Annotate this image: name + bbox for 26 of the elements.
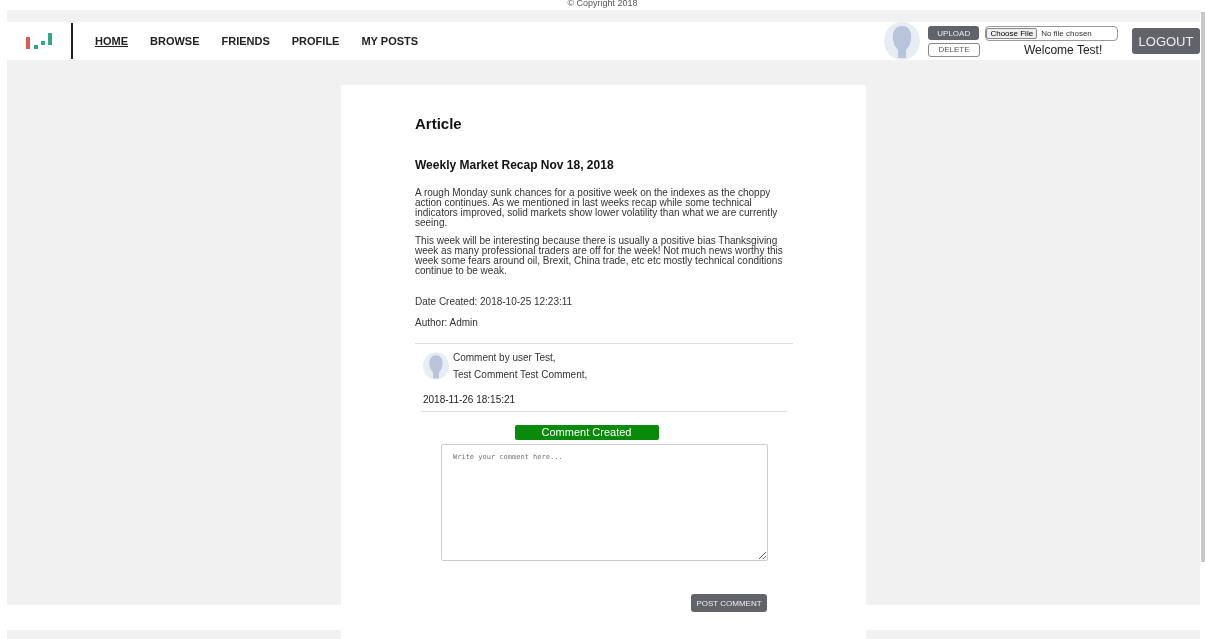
file-input[interactable]: Choose File No file chosen [985, 25, 1118, 41]
author-text: Author: Admin [415, 317, 479, 328]
scrollbar[interactable] [1201, 12, 1205, 562]
avatar-icon [884, 22, 920, 60]
comment-date: 2018-11-26 18:15:21 [423, 394, 517, 405]
nav-link[interactable]: MY POSTS [361, 35, 419, 47]
post-comment-button[interactable]: POST COMMENT [691, 594, 767, 612]
comment-author: Comment by user Test, [453, 352, 557, 363]
logo-icon [24, 31, 54, 51]
nav-link[interactable]: FRIENDS [221, 35, 270, 47]
article-paragraph: A rough Monday sunk chances for a positive week on the indexes as the choppy action continues. As we mentioned in last weeks recap while some technical indicators improved, solid markets show lower volatility than what we are currently seeing. [415, 188, 779, 228]
copyright-text: © Copyright 2018 [567, 0, 638, 10]
nav-link[interactable]: PROFILE [291, 35, 340, 47]
nav-link[interactable]: BROWSE [150, 35, 200, 47]
logout-button[interactable]: LOGOUT [1132, 28, 1200, 54]
upload-button[interactable]: UPLOAD [928, 26, 980, 40]
article-paragraph: This week will be interesting because there is usually a positive bias Thanksgiving week as many professional traders are off for the week! Not much news worthy this week some fears around oil, Brexit, China trade, etc etc mostly technical conditions continue to be weak. [415, 236, 784, 276]
article-title: Weekly Market Recap Nov 18, 2018 [415, 158, 615, 172]
welcome-text: Welcome Test! [1024, 42, 1103, 57]
section-heading: Article [415, 115, 463, 132]
delete-button[interactable]: DELETE [928, 42, 980, 57]
status-message: Comment Created [514, 425, 659, 440]
avatar-icon [423, 352, 449, 380]
nav-link[interactable]: HOME [95, 35, 128, 47]
date-created: Date Created: 2018-10-25 12:23:11 [415, 296, 574, 307]
comment-text: Test Comment Test Comment, [453, 369, 588, 380]
